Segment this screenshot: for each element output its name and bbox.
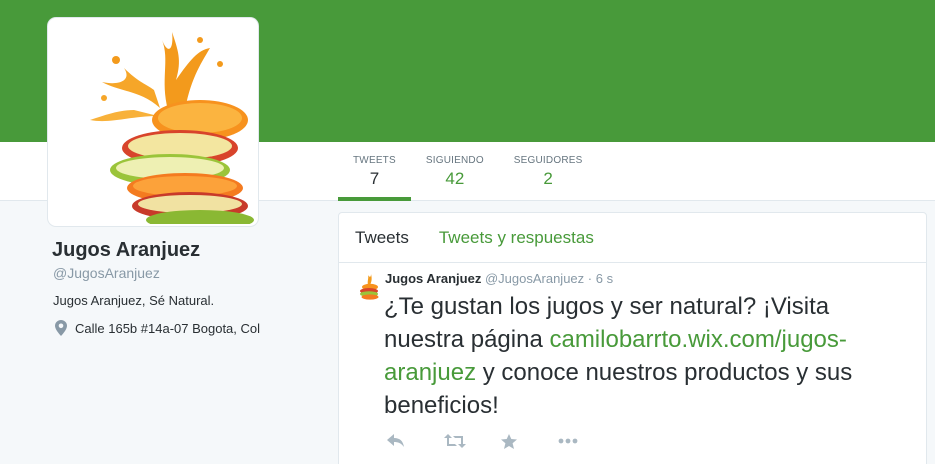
stat-label: SEGUIDORES <box>513 155 583 166</box>
tweet-actions <box>387 431 615 451</box>
stat-value: 7 <box>369 169 380 188</box>
stat-label: SIGUIENDO <box>425 155 484 166</box>
favorite-star-icon <box>501 433 517 449</box>
profile-name[interactable]: Jugos Aranjuez <box>52 239 200 262</box>
tweet-timestamp[interactable]: 6 s <box>596 271 613 286</box>
more-button[interactable] <box>558 431 615 451</box>
location-text: Calle 165b #14a-07 Bogota, Col <box>75 320 261 336</box>
profile-bio: Jugos Aranjuez, Sé Natural. <box>53 293 215 308</box>
reply-icon <box>387 434 404 447</box>
tweet-header: Jugos Aranjuez @JugosAranjuez · 6 s <box>385 271 613 286</box>
profile-location: Calle 165b #14a-07 Bogota, Col <box>55 320 260 336</box>
profile-handle[interactable]: @JugosAranjuez <box>53 265 160 281</box>
tweet-author-name[interactable]: Jugos Aranjuez <box>385 271 481 286</box>
location-pin-icon <box>55 320 67 336</box>
stat-followers[interactable]: SEGUIDORES 2 <box>499 142 598 201</box>
profile-stats: TWEETS 7 SIGUIENDO 42 SEGUIDORES 2 <box>338 142 597 201</box>
retweet-button[interactable] <box>444 431 501 451</box>
fruit-splash-image <box>90 32 254 224</box>
fruit-avatar-icon <box>360 274 379 300</box>
tweet-text: ¿Te gustan los jugos y ser natural? ¡Vis… <box>384 290 909 422</box>
retweet-icon <box>444 434 466 448</box>
more-dots-icon <box>558 438 578 444</box>
tweet-avatar[interactable] <box>355 273 383 301</box>
stat-value: 42 <box>445 169 465 188</box>
timeline-tabs: Tweets Tweets y respuestas <box>339 213 926 263</box>
profile-avatar[interactable] <box>48 18 258 226</box>
tab-tweets[interactable]: Tweets <box>355 228 409 248</box>
tab-tweets-and-replies[interactable]: Tweets y respuestas <box>439 228 594 248</box>
tweet-author-handle[interactable]: @JugosAranjuez <box>485 271 584 286</box>
stat-following[interactable]: SIGUIENDO 42 <box>411 142 499 201</box>
stat-tweets[interactable]: TWEETS 7 <box>338 142 411 201</box>
stat-label: TWEETS <box>353 155 396 166</box>
tweet[interactable]: Jugos Aranjuez @JugosAranjuez · 6 s ¿Te … <box>339 263 926 419</box>
stat-value: 2 <box>543 169 553 188</box>
favorite-button[interactable] <box>501 431 558 451</box>
tweet-separator: · <box>587 271 593 286</box>
timeline-panel: Tweets Tweets y respuestas Jugos Aranjue… <box>338 212 927 464</box>
reply-button[interactable] <box>387 431 444 451</box>
